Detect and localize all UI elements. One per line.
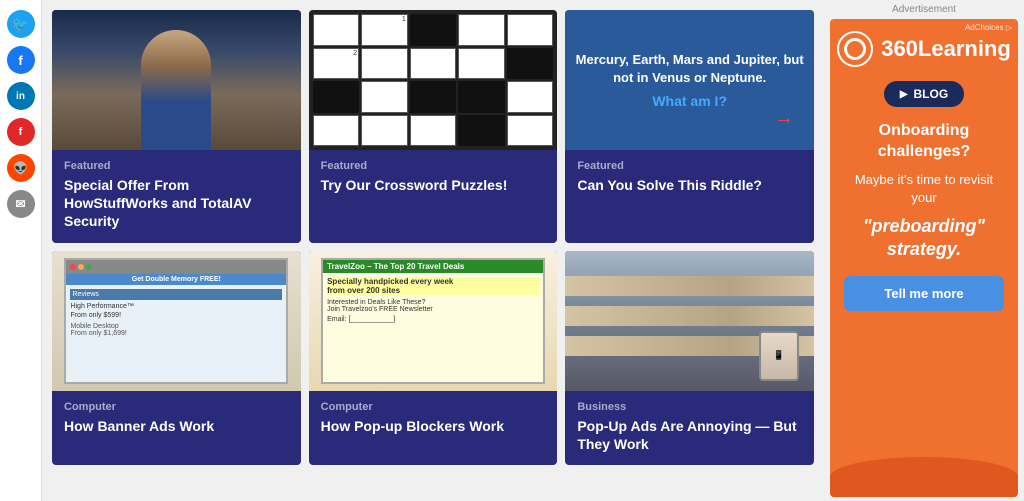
cw-cell: [410, 115, 457, 147]
store-image: 📱: [565, 251, 814, 391]
close-btn: [70, 264, 76, 270]
card-special-offer[interactable]: Featured Special Offer From HowStuffWork…: [52, 10, 301, 243]
card-popup-ads[interactable]: 📱 Business Pop-Up Ads Are Annoying — But…: [565, 251, 814, 465]
card-image-5: TravelZoo – The Top 20 Travel Deals Spec…: [309, 251, 558, 391]
cw-cell: [507, 14, 554, 46]
store-aisle: 📱: [565, 251, 814, 391]
ad-blog-button[interactable]: ▶ BLOG: [884, 81, 964, 107]
riddle-image: Mercury, Earth, Mars and Jupiter, but no…: [565, 10, 814, 150]
cw-cell: [507, 81, 554, 113]
card-text-3: Featured Can You Solve This Riddle?: [565, 150, 814, 243]
crossword-grid: 1 2: [309, 10, 558, 150]
riddle-arrow-icon: →: [774, 107, 794, 130]
cw-cell: [361, 48, 408, 80]
card-category-4: Computer: [64, 401, 289, 413]
card-category-3: Featured: [577, 160, 802, 172]
card-title-6: Pop-Up Ads Are Annoying — But They Work: [577, 417, 802, 453]
popup-header: TravelZoo – The Top 20 Travel Deals: [323, 260, 543, 273]
ad-quote: "preboarding" strategy.: [844, 215, 1004, 262]
card-category-2: Featured: [321, 160, 546, 172]
ad-sidebar: Advertisement AdChoices ▷ 360Learning ▶ …: [824, 0, 1024, 501]
card-category-1: Featured: [64, 160, 289, 172]
card-popup-blockers[interactable]: TravelZoo – The Top 20 Travel Deals Spec…: [309, 251, 558, 465]
flipboard-icon[interactable]: f: [7, 118, 35, 146]
popup-content: Specially handpicked every weekfrom over…: [323, 273, 543, 382]
cw-cell-black: [410, 14, 457, 46]
ad-subtext: Maybe it's time to revisit your: [844, 171, 1004, 207]
riddle-answer-text: What am I?: [652, 93, 727, 109]
card-text-6: Business Pop-Up Ads Are Annoying — But T…: [565, 391, 814, 465]
cards-grid: Featured Special Offer From HowStuffWork…: [52, 10, 814, 465]
cw-cell-black: [458, 81, 505, 113]
card-image-2: 1 2: [309, 10, 558, 150]
cw-cell: 2: [313, 48, 360, 80]
shelf-2: [565, 306, 814, 326]
cw-cell: [313, 115, 360, 147]
main-content: Featured Special Offer From HowStuffWork…: [42, 0, 824, 501]
maximize-btn: [86, 264, 92, 270]
card-category-6: Business: [577, 401, 802, 413]
ad-wave-decoration: [830, 457, 1018, 497]
card-title-4: How Banner Ads Work: [64, 417, 289, 435]
cw-cell-black: [458, 115, 505, 147]
cw-cell: [361, 115, 408, 147]
card-category-5: Computer: [321, 401, 546, 413]
card-text-1: Featured Special Offer From HowStuffWork…: [52, 150, 301, 243]
cw-cell: [507, 115, 554, 147]
cw-cell: 1: [361, 14, 408, 46]
card-text-4: Computer How Banner Ads Work: [52, 391, 301, 465]
linkedin-icon[interactable]: in: [7, 82, 35, 110]
card-banner-ads[interactable]: Get Double Memory FREE! Reviews High Per…: [52, 251, 301, 465]
person-silhouette: [141, 30, 211, 150]
banner-ad-image: Get Double Memory FREE! Reviews High Per…: [52, 251, 301, 391]
ad-headline: Onboarding challenges?: [844, 121, 1004, 163]
card-crossword[interactable]: 1 2: [309, 10, 558, 243]
browser-bar: [66, 260, 286, 274]
logo-inner-ring: [844, 38, 866, 60]
blog-label: BLOG: [914, 87, 949, 101]
card-image-4: Get Double Memory FREE! Reviews High Per…: [52, 251, 301, 391]
cw-cell: [361, 81, 408, 113]
cw-cell-black: [313, 81, 360, 113]
facebook-icon[interactable]: f: [7, 46, 35, 74]
reddit-icon[interactable]: 👽: [7, 154, 35, 182]
tablet-device: 📱: [759, 331, 799, 381]
ad-banner-strip: Get Double Memory FREE!: [66, 274, 286, 285]
cw-cell-black: [507, 48, 554, 80]
person-image: [52, 10, 301, 150]
cw-cell-black: [410, 81, 457, 113]
ad-choices-label[interactable]: AdChoices ▷: [965, 23, 1012, 32]
card-text-5: Computer How Pop-up Blockers Work: [309, 391, 558, 465]
ad-cta-button[interactable]: Tell me more: [844, 276, 1004, 311]
cw-cell: [458, 48, 505, 80]
popup-screen: TravelZoo – The Top 20 Travel Deals Spec…: [321, 258, 545, 384]
cw-cell: [458, 14, 505, 46]
ad-logo-circle: [837, 31, 873, 67]
card-title-3: Can You Solve This Riddle?: [577, 176, 802, 194]
social-sidebar: 🐦 f in f 👽 ✉: [0, 0, 42, 501]
ad-label: Advertisement: [830, 4, 1018, 15]
card-text-2: Featured Try Our Crossword Puzzles!: [309, 150, 558, 243]
popup-image: TravelZoo – The Top 20 Travel Deals Spec…: [309, 251, 558, 391]
twitter-icon[interactable]: 🐦: [7, 10, 35, 38]
ad-container: AdChoices ▷ 360Learning ▶ BLOG Onboardin…: [830, 19, 1018, 497]
browser-content: Reviews High Performance™From only $599!…: [66, 285, 286, 382]
card-title-2: Try Our Crossword Puzzles!: [321, 176, 546, 194]
ad-logo-row: 360Learning: [837, 31, 1011, 67]
blog-icon: ▶: [900, 89, 908, 100]
browser-screen: Get Double Memory FREE! Reviews High Per…: [64, 258, 288, 384]
card-image-6: 📱: [565, 251, 814, 391]
minimize-btn: [78, 264, 84, 270]
riddle-body-text: Mercury, Earth, Mars and Jupiter, but no…: [575, 51, 804, 87]
cw-cell: [410, 48, 457, 80]
card-title-5: How Pop-up Blockers Work: [321, 417, 546, 435]
shelf-1: [565, 276, 814, 296]
card-title-1: Special Offer From HowStuffWorks and Tot…: [64, 176, 289, 231]
email-icon[interactable]: ✉: [7, 190, 35, 218]
card-riddle[interactable]: Mercury, Earth, Mars and Jupiter, but no…: [565, 10, 814, 243]
ad-brand-name: 360Learning: [881, 36, 1011, 62]
cw-cell: [313, 14, 360, 46]
card-image-3: Mercury, Earth, Mars and Jupiter, but no…: [565, 10, 814, 150]
card-image-1: [52, 10, 301, 150]
